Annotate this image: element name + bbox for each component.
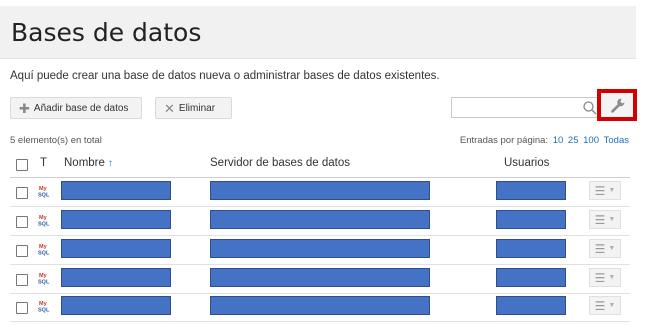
column-header-users[interactable]: Usuarios — [504, 157, 549, 169]
row-actions-menu-button[interactable]: ☰ ▼ — [589, 210, 621, 229]
mysql-icon: My SQL — [38, 215, 50, 228]
page-title: Bases de datos — [11, 18, 202, 47]
mysql-icon: My SQL — [38, 273, 50, 286]
svg-text:SQL: SQL — [38, 251, 50, 257]
per-page-option-10[interactable]: 10 — [553, 135, 564, 146]
row-checkbox[interactable] — [16, 274, 28, 286]
close-icon: ✕ — [164, 100, 175, 116]
svg-text:SQL: SQL — [38, 193, 50, 199]
search-icon[interactable] — [582, 100, 598, 116]
menu-icon: ☰ — [594, 212, 606, 227]
chevron-down-icon: ▼ — [608, 274, 616, 281]
mysql-icon: My SQL — [38, 244, 50, 257]
row-divider — [10, 235, 630, 236]
column-header-type: T — [40, 157, 48, 169]
per-page-option-100[interactable]: 100 — [583, 135, 599, 146]
column-header-name-label: Nombre — [64, 157, 105, 169]
total-count: 5 elemento(s) en total — [10, 135, 102, 146]
svg-text:My: My — [39, 273, 48, 279]
svg-text:SQL: SQL — [38, 308, 50, 314]
svg-text:SQL: SQL — [38, 222, 50, 228]
svg-text:My: My — [39, 301, 48, 307]
database-server-link[interactable] — [210, 239, 430, 258]
database-users-link[interactable] — [496, 268, 566, 287]
row-checkbox[interactable] — [16, 245, 28, 257]
database-name-link[interactable] — [61, 181, 171, 200]
database-server-link[interactable] — [210, 210, 430, 229]
per-page-option-all[interactable]: Todas — [604, 135, 629, 146]
svg-text:My: My — [39, 215, 48, 221]
select-all-checkbox[interactable] — [16, 159, 28, 171]
row-actions-menu-button[interactable]: ☰ ▼ — [589, 239, 621, 258]
mysql-icon: My SQL — [38, 186, 50, 199]
database-server-link[interactable] — [210, 296, 430, 315]
search-input[interactable] — [451, 97, 600, 118]
delete-button[interactable]: ✕ Eliminar — [155, 97, 232, 119]
row-checkbox[interactable] — [16, 302, 28, 314]
delete-label: Eliminar — [178, 102, 216, 114]
row-actions-menu-button[interactable]: ☰ ▼ — [589, 268, 621, 287]
database-users-link[interactable] — [496, 296, 566, 315]
database-users-link[interactable] — [496, 239, 566, 258]
menu-icon: ☰ — [594, 241, 606, 256]
menu-icon: ☰ — [594, 183, 606, 198]
row-divider — [10, 321, 630, 322]
header-divider — [10, 177, 630, 178]
add-database-button[interactable]: ✚ Añadir base de datos — [10, 97, 142, 119]
chevron-down-icon: ▼ — [608, 187, 616, 194]
per-page-label: Entradas por página: — [459, 135, 549, 146]
svg-text:My: My — [39, 186, 48, 192]
database-name-link[interactable] — [61, 210, 171, 229]
wrench-icon — [611, 98, 625, 113]
add-database-label: Añadir base de datos — [33, 102, 129, 114]
tools-button[interactable] — [597, 89, 637, 121]
database-name-link[interactable] — [61, 296, 171, 315]
row-checkbox[interactable] — [16, 187, 28, 199]
row-actions-menu-button[interactable]: ☰ ▼ — [589, 181, 621, 200]
mysql-icon: My SQL — [38, 301, 50, 314]
row-divider — [10, 206, 630, 207]
database-users-link[interactable] — [496, 181, 566, 200]
chevron-down-icon: ▼ — [608, 245, 616, 252]
database-server-link[interactable] — [210, 268, 430, 287]
plus-icon: ✚ — [19, 100, 30, 116]
chevron-down-icon: ▼ — [608, 302, 616, 309]
column-header-server[interactable]: Servidor de bases de datos — [210, 157, 350, 169]
chevron-down-icon: ▼ — [608, 216, 616, 223]
row-actions-menu-button[interactable]: ☰ ▼ — [589, 296, 621, 315]
menu-icon: ☰ — [594, 270, 606, 285]
database-name-link[interactable] — [61, 268, 171, 287]
row-checkbox[interactable] — [16, 216, 28, 228]
per-page-option-25[interactable]: 25 — [568, 135, 579, 146]
svg-text:SQL: SQL — [38, 280, 50, 286]
database-server-link[interactable] — [210, 181, 430, 200]
page-description: Aquí puede crear una base de datos nueva… — [10, 70, 440, 82]
row-divider — [10, 293, 630, 294]
database-users-link[interactable] — [496, 210, 566, 229]
column-header-name[interactable]: Nombre ↑ — [64, 157, 113, 169]
database-name-link[interactable] — [61, 239, 171, 258]
row-divider — [10, 264, 630, 265]
page-header: Bases de datos — [0, 6, 636, 59]
menu-icon: ☰ — [594, 298, 606, 313]
sort-ascending-icon: ↑ — [107, 158, 113, 169]
entries-per-page: Entradas por página: 10 25 100 Todas — [460, 135, 629, 146]
svg-text:My: My — [39, 244, 48, 250]
